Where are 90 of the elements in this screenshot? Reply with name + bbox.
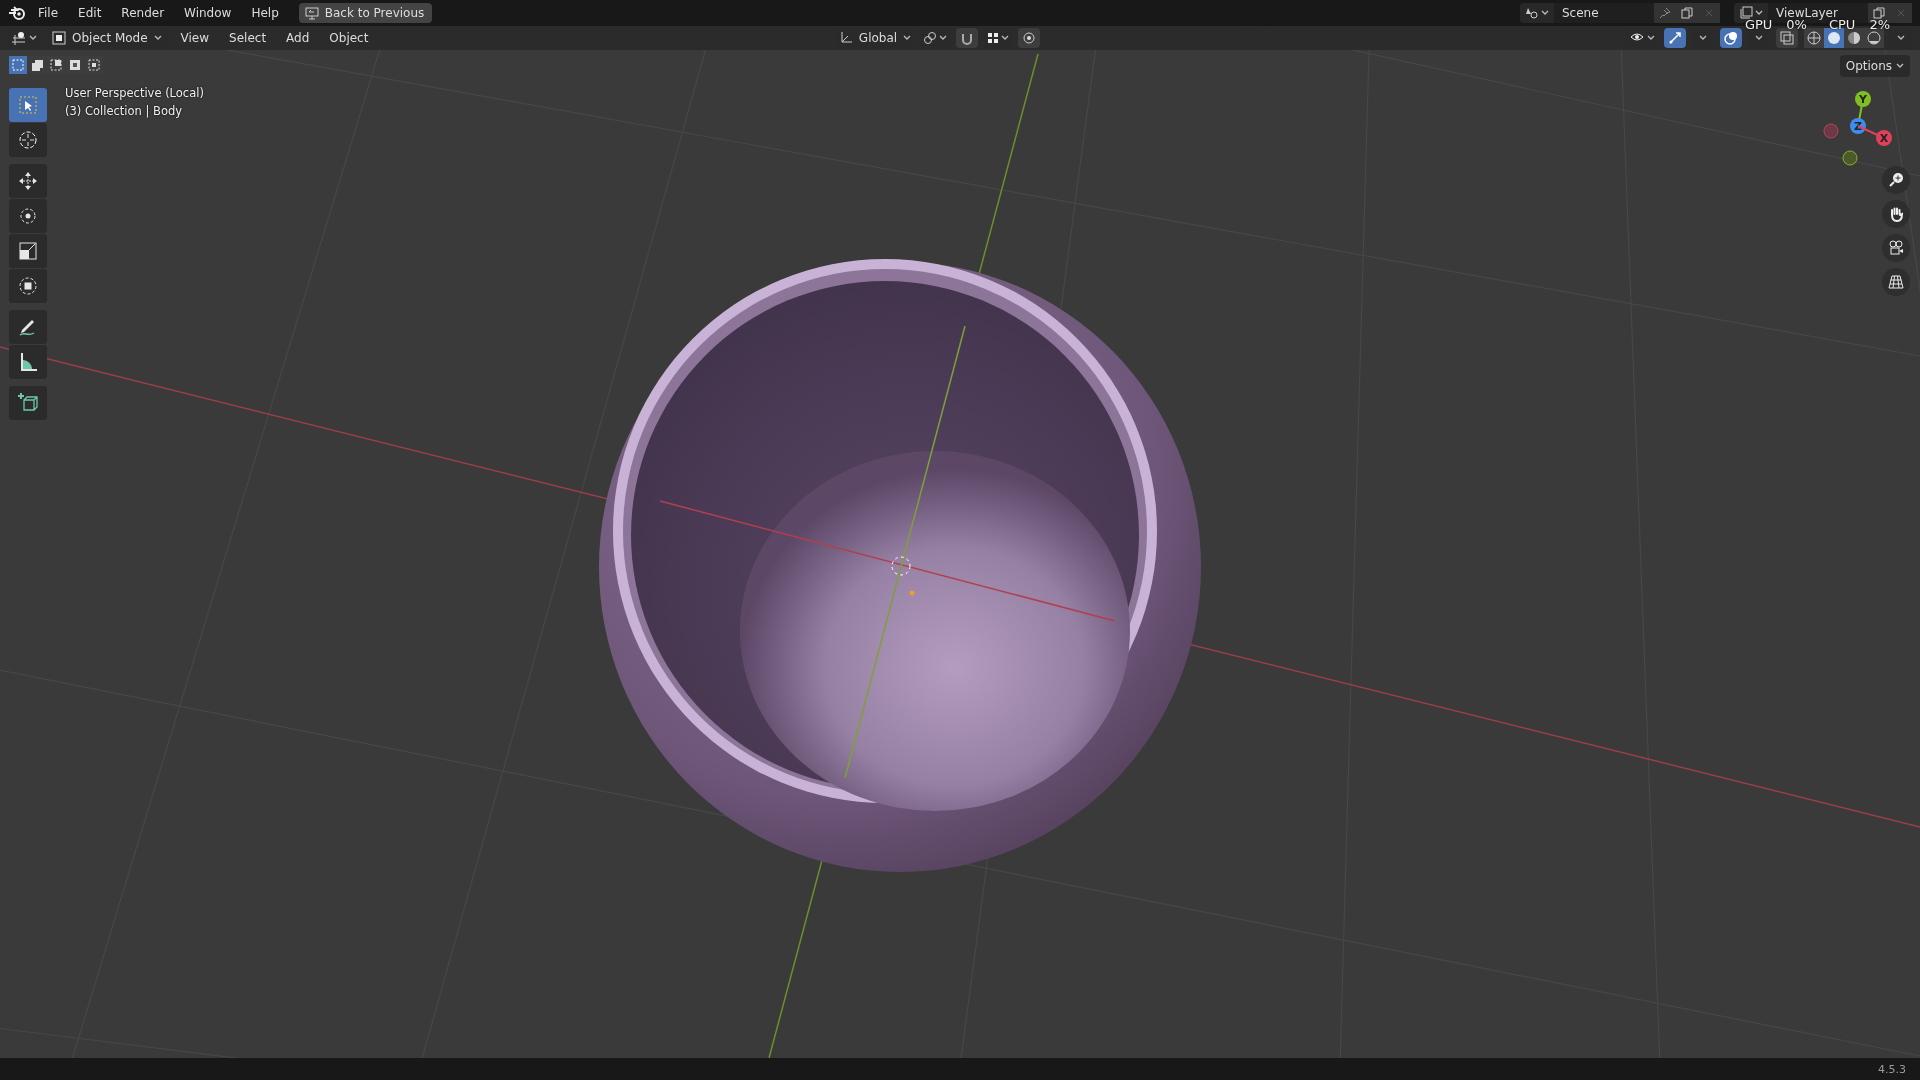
selection-mode-icon [87,58,101,72]
menu-item[interactable]: Render [113,3,173,23]
caret-icon [1647,35,1655,41]
negative-axis-dot[interactable] [1842,150,1858,166]
stat-value: 2% [1869,17,1890,32]
camera-icon [1888,240,1904,256]
link-icon [922,31,937,45]
grid-icon [1888,274,1904,290]
add-cube-tool-button[interactable] [9,386,47,420]
gizmos-toggle[interactable] [1664,28,1686,48]
cursor-icon [16,128,40,152]
magnifier-icon [1888,172,1904,188]
caret-icon [1897,35,1905,41]
scale-tool-button[interactable] [9,234,47,268]
caret-icon [1699,35,1707,41]
bowl-drawing[interactable] [599,259,1201,872]
perspective-toggle-button[interactable] [1882,268,1910,296]
camera-view-button[interactable] [1882,234,1910,262]
transform-tool-button[interactable] [9,269,47,303]
solid-shading-button[interactable] [1824,28,1844,48]
caret-icon [153,35,162,41]
pin-button[interactable] [1654,3,1676,23]
orientation-icon [839,31,853,45]
scene-icon [1525,6,1539,20]
close-icon [1704,8,1714,18]
view-name-label: User Perspective (Local) [65,86,204,100]
transform-icon [16,274,40,298]
copy-icon [1873,7,1885,19]
sphere-icon [1866,30,1882,46]
caret-icon [1755,35,1763,41]
hand-icon [1888,206,1904,222]
wireframe-shading-button[interactable] [1804,28,1824,48]
selection-mode-icon [68,58,82,72]
negative-axis-dot[interactable] [1823,123,1839,139]
move-tool-button[interactable] [9,164,47,198]
header-menu-item[interactable]: Add [279,29,317,47]
collection-label: (3) Collection | Body [65,104,184,118]
header-menu-item[interactable]: Object [322,29,376,47]
scene-name-field[interactable]: Scene [1554,3,1654,23]
gizmos-icon [1667,30,1683,46]
selection-mode-icon [30,58,44,72]
selection-mode-icon [49,58,63,72]
xray-toggle[interactable] [1776,28,1798,48]
dot-circle-icon [1020,30,1037,46]
rotate-tool-button[interactable] [9,199,47,233]
caret-icon [938,35,947,41]
copy-icon [1681,7,1693,19]
measure-tool-button[interactable] [9,345,47,379]
sphere-icon [1826,30,1842,46]
sphere-icon [1806,30,1822,46]
menu-item[interactable]: File [30,3,67,23]
menu-item[interactable]: Window [176,3,240,23]
zoom-button[interactable] [1882,166,1910,194]
rendered-shading-button[interactable] [1864,28,1884,48]
back-to-previous-button[interactable]: Back to Previous [298,3,433,23]
annotate-tool-button[interactable] [9,310,47,344]
axis-gizmo-handle[interactable]: Z [1850,118,1866,134]
caret-icon [29,35,37,41]
object-mode-icon [52,31,66,45]
caret-icon [902,35,911,41]
monitor-icon [304,6,319,20]
material-shading-button[interactable] [1844,28,1864,48]
caret-icon [1896,63,1904,69]
options-dropdown[interactable]: Options [1839,55,1910,77]
proportional-toggle[interactable] [1017,28,1040,48]
overlays-icon [1723,30,1739,46]
menu-item[interactable]: Help [243,3,287,23]
caret-icon [1000,35,1009,41]
pin-icon [1659,7,1671,19]
select-box-icon [16,93,40,117]
caret-icon [1541,10,1549,16]
select-tool-button[interactable] [9,88,47,122]
menu-item[interactable]: Edit [70,3,110,23]
scale-icon [16,239,40,263]
axes-icon [11,31,27,45]
blender-logo-icon[interactable] [8,5,26,21]
grid-dots-icon [986,32,999,44]
layers-icon [1739,6,1753,20]
caret-icon [1755,10,1763,16]
cursor-tool-button[interactable] [9,123,47,157]
sphere-icon [1846,30,1862,46]
pan-button[interactable] [1882,200,1910,228]
header-menu-item[interactable]: Select [222,29,274,47]
version-label: 4.5.3 [1878,1062,1906,1076]
header-menu-item[interactable]: View [173,29,217,47]
selection-mode-icon [11,58,25,72]
close-icon [1896,8,1906,18]
xray-icon [1779,30,1795,46]
overlays-toggle[interactable] [1720,28,1742,48]
snap-toggle[interactable] [955,28,978,48]
